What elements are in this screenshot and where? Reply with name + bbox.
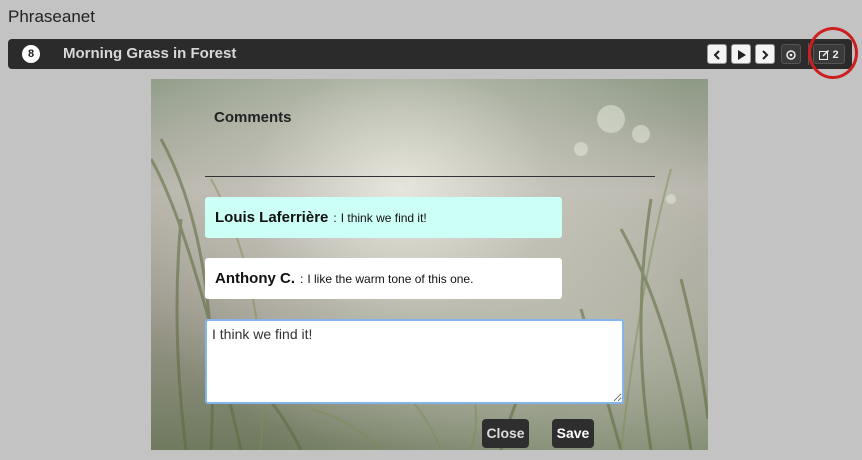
comment-separator: : [300,271,304,286]
record-toolbar: 8 Morning Grass in Forest 2 [8,39,852,69]
comment-text: I like the warm tone of this one. [307,271,474,286]
chevron-left-icon [713,50,720,60]
play-icon [737,50,746,61]
comment-text: I think we find it! [340,210,427,225]
highlight-circle [808,27,858,79]
comment-item: Anthony C. : I like the warm tone of thi… [205,258,562,299]
record-count-badge: 8 [22,45,40,63]
save-button[interactable]: Save [552,419,594,448]
app-title: Phraseanet [8,7,95,26]
record-title: Morning Grass in Forest [63,45,237,62]
comment-item: Louis Laferrière : I think we find it! [205,197,562,238]
next-button[interactable] [755,44,775,64]
comment-input[interactable]: I think we find it! [205,319,624,404]
info-circle-icon [786,50,796,60]
comments-divider [205,176,655,177]
previous-button[interactable] [707,44,727,64]
comment-separator: : [333,210,337,225]
play-button[interactable] [731,44,751,64]
comment-author: Anthony C. [215,270,295,287]
comments-title: Comments [214,109,292,126]
comment-author: Louis Laferrière [215,209,329,226]
close-button[interactable]: Close [482,419,529,448]
info-button[interactable] [781,44,801,64]
chevron-right-icon [762,50,769,60]
